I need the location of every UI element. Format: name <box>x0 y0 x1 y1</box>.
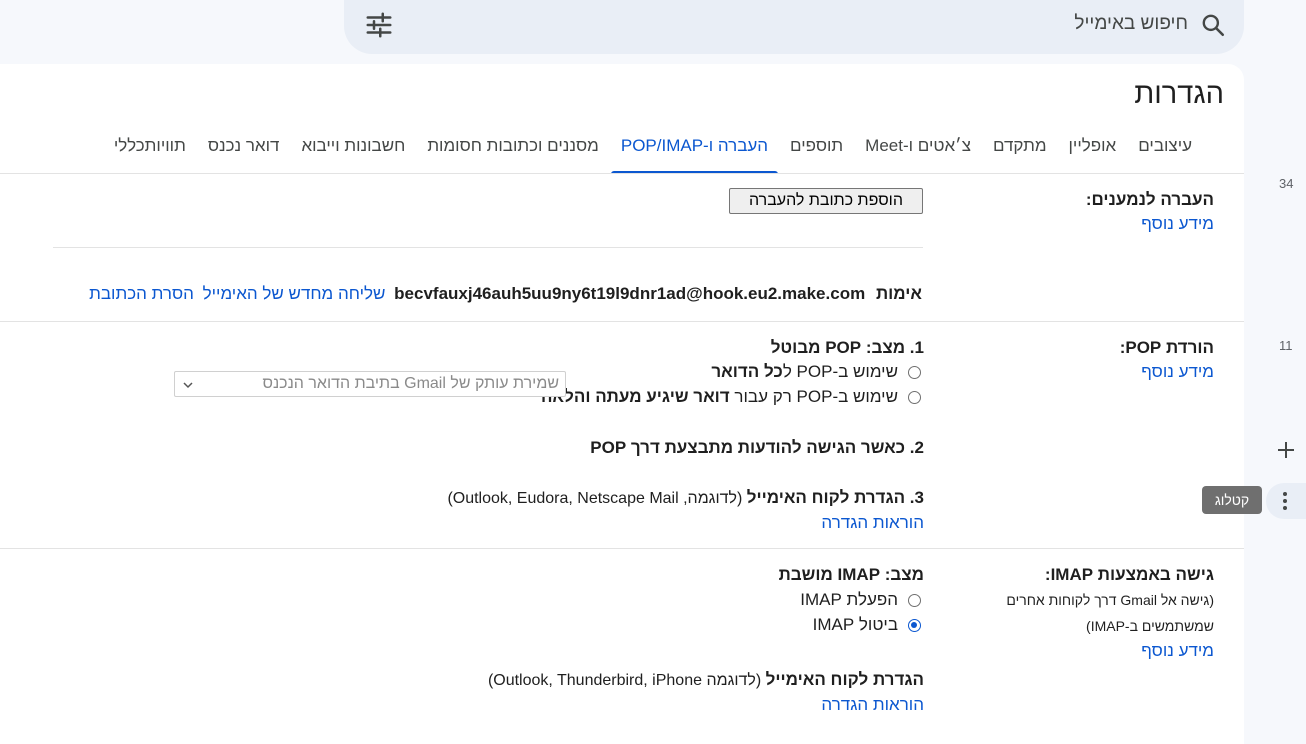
forwarding-inner-divider <box>53 247 923 248</box>
search-bar[interactable]: חיפוש באימייל <box>344 0 1244 54</box>
more-options-button[interactable] <box>1266 483 1306 519</box>
pop-new-mail-label[interactable]: שימוש ב-POP רק עבור דואר שיגיע מעתה והלא… <box>541 387 898 407</box>
pop-all-mail-bold: כל הדואר <box>711 362 783 381</box>
imap-label: גישה באמצעות IMAP: <box>1044 565 1214 584</box>
tab-2[interactable]: דואר נכנס <box>208 124 280 174</box>
right-rail <box>1244 64 1306 718</box>
imap-sub-1: (גישה אל Gmail דרך לקוחות אחרים <box>1006 592 1214 608</box>
pop-new-mail-prefix: שימוש ב-POP רק עבור <box>729 387 898 406</box>
pop-when-access-label: 2. כאשר הגישה להודעות מתבצעת דרך POP <box>590 438 924 457</box>
tune-icon[interactable] <box>364 10 394 40</box>
pop-action-select[interactable]: שמירת עותק של Gmail בתיבת הדואר הנכנס <box>174 371 566 397</box>
tab-6[interactable]: תוספים <box>790 124 843 174</box>
pop-all-mail-prefix: שימוש ב-POP ל <box>782 362 898 381</box>
tab-7[interactable]: צ׳אטים ו-Meet <box>865 124 971 174</box>
imap-enable-radio[interactable] <box>908 594 921 607</box>
imap-client-setup-row: הגדרת לקוח האימייל (לדוגמה Outlook, Thun… <box>488 670 924 690</box>
tab-1[interactable]: תוויות <box>145 124 186 174</box>
top-bar: חיפוש באימייל <box>0 0 1306 64</box>
section-divider-pop <box>0 321 1244 322</box>
imap-client-title: הגדרת לקוח האימייל <box>765 670 924 689</box>
pop-new-mail-radio[interactable] <box>908 391 921 404</box>
forwarding-address: becvfauxj46auh5uu9ny6t19l9dnr1ad@hook.eu… <box>394 284 866 303</box>
settings-panel: הגדרות כללי תוויות דואר נכנס חשבונות וייבוא… <box>0 64 1244 744</box>
imap-sub-2: שמשתמשים ב-IMAP) <box>1086 618 1214 634</box>
forwarding-learn-more-link[interactable]: מידע נוסף <box>1141 214 1214 234</box>
imap-client-examples: (לדוגמה Outlook, Thunderbird, iPhone) <box>487 672 766 689</box>
forwarding-verify-row: אימות becvfauxj46auh5uu9ny6t19l9dnr1ad@h… <box>89 284 922 304</box>
imap-status: מצב: IMAP מושבת <box>778 565 924 584</box>
pop-label: הורדת POP: <box>1119 338 1214 357</box>
section-divider-imap <box>0 548 1244 549</box>
pop-learn-more-link[interactable]: מידע נוסף <box>1141 362 1214 382</box>
pop-new-mail-bold: דואר שיגיע מעתה והלאה <box>541 387 730 406</box>
tabs-divider <box>0 173 1244 174</box>
pop-client-setup-row: 3. הגדרת לקוח האימייל (לדוגמה, Outlook, … <box>447 488 924 508</box>
forwarding-label: העברה לנמענים: <box>1085 190 1214 209</box>
add-forwarding-address-button[interactable]: הוספת כתובת להעברה <box>729 188 923 214</box>
tab-3[interactable]: חשבונות וייבוא <box>301 124 405 174</box>
tab-8[interactable]: מתקדם <box>993 124 1047 174</box>
rail-count-bottom: 11 <box>1279 338 1293 353</box>
rail-count-top: 34 <box>1279 176 1294 191</box>
tab-9[interactable]: אופליין <box>1069 124 1117 174</box>
more-vert-icon <box>1283 492 1287 510</box>
catalog-tooltip: קטלוג <box>1202 486 1262 514</box>
tab-5[interactable]: העברה ו-POP/IMAP <box>610 124 779 174</box>
search-placeholder[interactable]: חיפוש באימייל <box>1074 13 1188 35</box>
tab-10[interactable]: עיצובים <box>1138 124 1192 174</box>
page-title: הגדרות <box>1134 78 1224 110</box>
imap-setup-instructions-link[interactable]: הוראות הגדרה <box>821 695 924 715</box>
resend-email-link[interactable]: שליחה מחדש של האימייל <box>203 284 386 303</box>
search-icon[interactable] <box>1200 12 1226 38</box>
pop-status: 1. מצב: POP מבוטל <box>770 338 924 357</box>
verify-label: אימות <box>875 284 922 303</box>
imap-enable-label[interactable]: הפעלת IMAP <box>800 590 898 610</box>
pop-client-examples: (לדוגמה, Outlook, Eudora, Netscape Mail) <box>447 490 747 507</box>
tab-0[interactable]: כללי <box>114 124 145 174</box>
plus-icon[interactable] <box>1275 439 1297 461</box>
pop-all-mail-label[interactable]: שימוש ב-POP לכל הדואר <box>711 362 898 382</box>
chevron-down-icon <box>183 382 193 389</box>
settings-tabs: כללי תוויות דואר נכנס חשבונות וייבוא מסננים … <box>114 124 1214 174</box>
imap-disable-label[interactable]: ביטול IMAP <box>813 615 898 635</box>
remove-address-link[interactable]: הסרת הכתובת <box>89 284 194 303</box>
pop-client-title: 3. הגדרת לקוח האימייל <box>746 488 924 507</box>
pop-setup-instructions-link[interactable]: הוראות הגדרה <box>821 513 924 533</box>
imap-disable-radio[interactable] <box>908 619 921 632</box>
pop-all-mail-radio[interactable] <box>908 366 921 379</box>
pop-action-select-value: שמירת עותק של Gmail בתיבת הדואר הנכנס <box>262 375 559 392</box>
tab-4[interactable]: מסננים וכתובות חסומות <box>427 124 599 174</box>
imap-learn-more-link[interactable]: מידע נוסף <box>1141 641 1214 661</box>
